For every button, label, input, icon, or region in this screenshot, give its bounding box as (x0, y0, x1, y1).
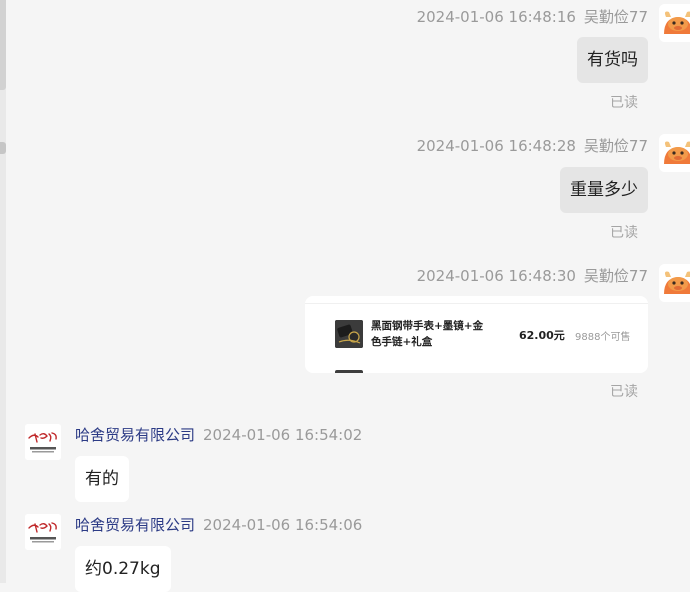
message-bubble[interactable]: 约0.27kg (75, 546, 171, 592)
message-time: 2024-01-06 16:54:02 (203, 426, 363, 444)
next-product-thumbnail (335, 370, 363, 373)
message-meta: 2024-01-06 16:48:28 吴勤俭77 (417, 135, 648, 156)
product-thumbnail[interactable] (335, 320, 363, 348)
message-user: 吴勤俭77 (583, 137, 648, 155)
message-user: 吴勤俭77 (583, 8, 648, 26)
card-divider (305, 303, 648, 304)
product-availability: 9888个可售 (575, 332, 631, 343)
product-price: 62.00元 (519, 329, 565, 342)
read-status: 已读 (610, 384, 638, 400)
message-bubble[interactable]: 有的 (75, 456, 129, 502)
product-card[interactable]: 黑面钢带手表+墨镜+金色手链+礼盒 62.00元 9888个可售 (305, 296, 648, 373)
message-bubble[interactable]: 有货吗 (577, 37, 648, 83)
message-meta: 2024-01-06 16:48:16 吴勤俭77 (417, 6, 648, 27)
read-status: 已读 (610, 95, 638, 111)
customer-avatar-icon[interactable] (659, 134, 690, 172)
sender-name[interactable]: 哈舍贸易有限公司 (75, 426, 195, 444)
sender-name[interactable]: 哈舍贸易有限公司 (75, 516, 195, 534)
message-meta: 哈舍贸易有限公司 2024-01-06 16:54:02 (75, 424, 362, 445)
company-logo-icon[interactable] (25, 424, 61, 460)
message-meta: 哈舍贸易有限公司 2024-01-06 16:54:06 (75, 514, 362, 535)
scrollbar-marker (0, 142, 6, 154)
message-time: 2024-01-06 16:48:30 (416, 267, 576, 285)
product-title[interactable]: 黑面钢带手表+墨镜+金色手链+礼盒 (371, 318, 489, 350)
message-bubble[interactable]: 重量多少 (560, 167, 648, 213)
read-status: 已读 (610, 225, 638, 241)
message-time: 2024-01-06 16:54:06 (203, 516, 363, 534)
message-time: 2024-01-06 16:48:16 (416, 8, 576, 26)
scrollbar-track[interactable] (0, 0, 6, 583)
message-user: 吴勤俭77 (583, 267, 648, 285)
message-time: 2024-01-06 16:48:28 (416, 137, 576, 155)
customer-avatar-icon[interactable] (659, 4, 690, 42)
customer-avatar-icon[interactable] (659, 264, 690, 302)
company-logo-icon[interactable] (25, 514, 61, 550)
scrollbar-thumb[interactable] (0, 0, 6, 90)
message-meta: 2024-01-06 16:48:30 吴勤俭77 (417, 265, 648, 286)
